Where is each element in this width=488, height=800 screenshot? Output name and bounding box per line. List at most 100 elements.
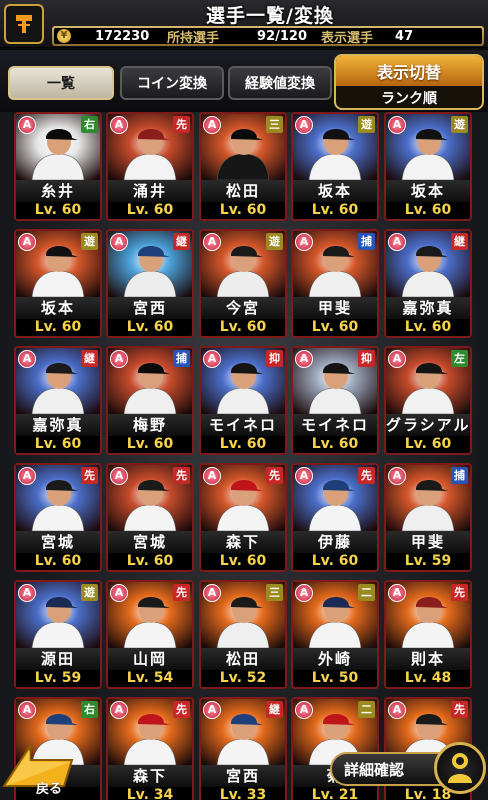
player-name: 坂本 (293, 180, 377, 202)
player-name: グラシアル (386, 414, 471, 436)
rank-badge: A (18, 584, 36, 602)
player-level: Lv. 60 (293, 202, 377, 219)
display-toggle-button[interactable]: 表示切替 ランク順 (334, 54, 484, 110)
tab-coin-convert[interactable]: コイン変換 (120, 66, 224, 100)
position-badge: 捕 (358, 233, 375, 250)
player-level: Lv. 60 (108, 436, 192, 453)
position-badge: 先 (173, 467, 190, 484)
detail-confirm-label: 詳細確認 (344, 760, 405, 779)
tab-list[interactable]: 一覧 (8, 66, 114, 100)
player-card[interactable]: A 先宮城 Lv. 60 (14, 463, 102, 572)
player-card[interactable]: A 先宮城 Lv. 60 (106, 463, 194, 572)
player-name: 松田 (201, 180, 285, 202)
rank-badge: A (203, 233, 221, 251)
position-badge: 先 (451, 584, 468, 601)
player-card[interactable]: A 三松田 Lv. 60 (199, 112, 287, 221)
player-name: 嘉弥真 (386, 297, 470, 319)
position-badge: 継 (81, 350, 98, 367)
tab-exp-convert[interactable]: 経験値変換 (228, 66, 332, 100)
rank-badge: A (295, 350, 313, 368)
position-badge: 三 (266, 584, 283, 601)
player-card[interactable]: A 抑モイネロ Lv. 60 (291, 346, 379, 455)
player-card[interactable]: A 捕甲斐 Lv. 59 (384, 463, 472, 572)
tab-exp-convert-label: 経験値変換 (245, 76, 315, 92)
player-card[interactable]: A 先涌井 Lv. 60 (106, 112, 194, 221)
rank-badge: A (110, 584, 128, 602)
shown-players-label: 表示選手 (321, 30, 374, 46)
position-badge: 右 (81, 701, 98, 718)
player-card[interactable]: A 捕甲斐 Lv. 60 (291, 229, 379, 338)
player-card[interactable]: A 先森下 Lv. 60 (199, 463, 287, 572)
player-card[interactable]: A 抑モイネロ Lv. 60 (199, 346, 287, 455)
player-name: 甲斐 (293, 297, 377, 319)
player-level: Lv. 50 (293, 670, 377, 687)
rank-badge: A (295, 467, 313, 485)
rank-badge: A (203, 701, 221, 719)
player-card[interactable]: A 遊今宮 Lv. 60 (199, 229, 287, 338)
player-name: 源田 (16, 648, 100, 670)
player-card[interactable]: A 三松田 Lv. 52 (199, 580, 287, 689)
detail-confirm-button[interactable]: 詳細確認 (330, 738, 488, 800)
player-name: モイネロ (201, 414, 285, 436)
rank-badge: A (388, 467, 406, 485)
position-badge: 三 (266, 116, 283, 133)
sort-order-label: ランク順 (381, 91, 437, 107)
position-badge: 継 (266, 701, 283, 718)
owned-players-value: 92/120 (257, 28, 308, 44)
player-level: Lv. 52 (201, 670, 285, 687)
position-badge: 捕 (451, 467, 468, 484)
player-name: モイネロ (293, 414, 377, 436)
player-card[interactable]: A 右糸井 Lv. 60 (14, 112, 102, 221)
player-card[interactable]: A 継嘉弥真 Lv. 60 (384, 229, 472, 338)
tab-list-label: 一覧 (47, 76, 75, 92)
player-level: Lv. 60 (293, 319, 377, 336)
player-card[interactable]: A 遊坂本 Lv. 60 (14, 229, 102, 338)
player-card[interactable]: A 継宮西 Lv. 60 (106, 229, 194, 338)
rank-badge: A (203, 584, 221, 602)
player-card[interactable]: A 遊源田 Lv. 59 (14, 580, 102, 689)
rank-badge: A (110, 701, 128, 719)
player-level: Lv. 60 (16, 436, 100, 453)
player-card[interactable]: A 先森下 Lv. 34 (106, 697, 194, 800)
player-name: 梅野 (108, 414, 192, 436)
tab-coin-convert-label: コイン変換 (137, 76, 207, 92)
rank-badge: A (110, 116, 128, 134)
player-level: Lv. 60 (108, 553, 192, 570)
player-card[interactable]: A 先則本 Lv. 48 (384, 580, 472, 689)
player-name: 森下 (201, 531, 285, 553)
player-card[interactable]: A 先伊藤 Lv. 60 (291, 463, 379, 572)
position-badge: 遊 (81, 584, 98, 601)
rank-badge: A (388, 701, 406, 719)
player-level: Lv. 60 (201, 553, 285, 570)
position-badge: 遊 (451, 116, 468, 133)
player-level: Lv. 54 (108, 670, 192, 687)
player-level: Lv. 60 (201, 202, 285, 219)
rank-badge: A (18, 116, 36, 134)
back-button[interactable]: 戻る (0, 738, 82, 800)
rank-badge: A (295, 116, 313, 134)
player-card[interactable]: A 捕梅野 Lv. 60 (106, 346, 194, 455)
player-level: Lv. 60 (16, 319, 100, 336)
player-card[interactable]: A 先山岡 Lv. 54 (106, 580, 194, 689)
player-level: Lv. 60 (293, 553, 377, 570)
rank-badge: A (295, 233, 313, 251)
player-card[interactable]: A 左グラシアル Lv. 60 (384, 346, 472, 455)
position-badge: 継 (173, 233, 190, 250)
rank-badge: A (388, 350, 406, 368)
player-card[interactable]: A 継嘉弥真 Lv. 60 (14, 346, 102, 455)
rank-badge: A (388, 233, 406, 251)
player-level: Lv. 33 (201, 787, 285, 800)
player-level: Lv. 60 (201, 319, 285, 336)
player-card[interactable]: A 継宮西 Lv. 33 (199, 697, 287, 800)
rank-badge: A (388, 116, 406, 134)
rank-badge: A (110, 233, 128, 251)
tab-bar: 一覧 コイン変換 経験値変換 表示切替 ランク順 (0, 50, 488, 110)
player-detail-icon (434, 742, 486, 794)
player-level: Lv. 60 (16, 553, 100, 570)
player-card[interactable]: A 二外崎 Lv. 50 (291, 580, 379, 689)
player-card[interactable]: A 遊坂本 Lv. 60 (384, 112, 472, 221)
position-badge: 遊 (81, 233, 98, 250)
position-badge: 先 (358, 467, 375, 484)
player-card[interactable]: A 遊坂本 Lv. 60 (291, 112, 379, 221)
player-name: 宮西 (201, 765, 285, 787)
